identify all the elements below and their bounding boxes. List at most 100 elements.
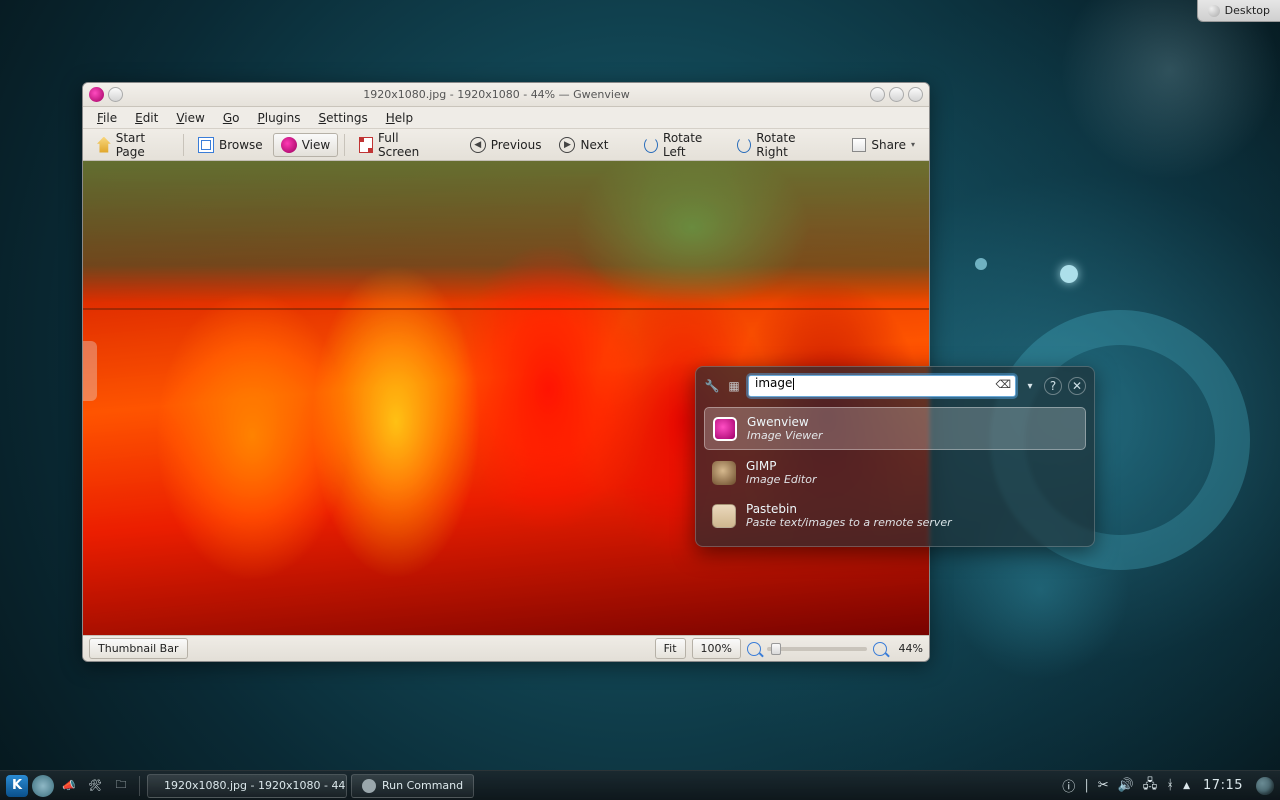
app-icon <box>89 87 104 102</box>
rotate-right-icon <box>737 137 751 153</box>
eye-icon <box>281 137 297 153</box>
separator <box>344 134 345 156</box>
rotate-right-label: Rotate Right <box>756 131 820 159</box>
gear-icon <box>362 779 376 793</box>
bokeh-dot <box>975 258 987 270</box>
sidebar-handle[interactable] <box>83 341 97 401</box>
menu-bar: File Edit View Go Plugins Settings Help <box>83 107 929 129</box>
gwenview-icon <box>713 417 737 441</box>
maximize-button[interactable] <box>889 87 904 102</box>
clock[interactable]: 17:15 <box>1199 778 1247 793</box>
info-icon[interactable]: ⓘ <box>1062 776 1075 795</box>
system-tray: ⓘ | ✂ 🔊 🖧 ᚼ ▲ 17:15 <box>1062 775 1274 797</box>
activity-icon[interactable]: ▦ <box>726 378 742 394</box>
task-gwenview[interactable]: 1920x1080.jpg - 1920x1080 - 44% — G... <box>147 774 347 798</box>
zoom-value: 44% <box>893 642 923 655</box>
previous-icon: ◀ <box>470 137 486 153</box>
krunner-input[interactable]: image ⌫ <box>748 375 1016 397</box>
clipboard-icon <box>712 504 736 528</box>
close-icon[interactable]: ✕ <box>1068 377 1086 395</box>
menu-view[interactable]: View <box>168 109 212 127</box>
task-krunner[interactable]: Run Command <box>351 774 474 798</box>
activity-manager-button[interactable] <box>32 775 54 797</box>
volume-icon[interactable]: 🔊 <box>1118 778 1134 793</box>
result-name: Gwenview <box>747 415 823 429</box>
help-icon[interactable]: ? <box>1044 377 1062 395</box>
panel-cashew-icon[interactable] <box>1256 777 1274 795</box>
result-desc: Image Editor <box>746 473 817 486</box>
fullscreen-button[interactable]: Full Screen <box>351 127 442 163</box>
chevron-down-icon[interactable]: ▾ <box>1022 381 1038 392</box>
dolphin-icon[interactable]: 🗀 <box>110 775 132 797</box>
menu-help[interactable]: Help <box>378 109 421 127</box>
wrench-icon[interactable]: 🔧 <box>704 378 720 394</box>
share-icon <box>852 138 866 152</box>
result-name: GIMP <box>746 459 817 473</box>
rotate-left-icon <box>644 137 658 153</box>
share-button[interactable]: Share ▾ <box>844 134 923 156</box>
minimize-button[interactable] <box>870 87 885 102</box>
tray-expand-icon[interactable]: ▲ <box>1183 781 1190 791</box>
menu-file[interactable]: File <box>89 109 125 127</box>
bokeh-dot <box>1060 265 1078 283</box>
desktop-toolbox-label: Desktop <box>1225 4 1270 17</box>
task-label: Run Command <box>382 779 463 792</box>
result-gimp[interactable]: GIMPImage Editor <box>704 452 1086 493</box>
clear-icon[interactable]: ⌫ <box>995 378 1011 391</box>
zoom-out-icon[interactable] <box>747 642 761 656</box>
rotate-right-button[interactable]: Rotate Right <box>729 127 828 163</box>
zoom-100-button[interactable]: 100% <box>692 638 741 659</box>
grid-icon <box>198 137 214 153</box>
quicklaunch-icon[interactable]: 📣 <box>58 775 80 797</box>
krunner-query-text: image <box>755 376 792 390</box>
separator <box>183 134 184 156</box>
result-gwenview[interactable]: GwenviewImage Viewer <box>704 407 1086 450</box>
desktop-toolbox-button[interactable]: Desktop <box>1197 0 1280 22</box>
next-label: Next <box>580 138 608 152</box>
krunner-popup: 🔧 ▦ image ⌫ ▾ ? ✕ GwenviewImage Viewer G… <box>695 366 1095 547</box>
rotate-left-button[interactable]: Rotate Left <box>636 127 727 163</box>
previous-label: Previous <box>491 138 542 152</box>
next-icon: ▶ <box>559 137 575 153</box>
close-button[interactable] <box>908 87 923 102</box>
window-title: 1920x1080.jpg - 1920x1080 - 44% — Gwenvi… <box>123 88 870 101</box>
network-icon[interactable]: 🖧 <box>1143 775 1158 797</box>
previous-button[interactable]: ◀ Previous <box>462 133 550 157</box>
home-icon <box>97 137 111 153</box>
menu-plugins[interactable]: Plugins <box>249 109 308 127</box>
menu-edit[interactable]: Edit <box>127 109 166 127</box>
bokeh-circle <box>1060 0 1280 180</box>
text-cursor <box>793 378 794 390</box>
result-desc: Paste text/images to a remote server <box>746 516 952 529</box>
fullscreen-label: Full Screen <box>378 131 434 159</box>
bluetooth-icon[interactable]: ᚼ <box>1166 778 1174 793</box>
view-button[interactable]: View <box>273 133 338 157</box>
zoom-slider[interactable] <box>767 647 867 651</box>
zoom-in-icon[interactable] <box>873 642 887 656</box>
view-label: View <box>302 138 330 152</box>
result-pastebin[interactable]: PastebinPaste text/images to a remote se… <box>704 495 1086 536</box>
slider-knob[interactable] <box>771 643 781 655</box>
chevron-down-icon: ▾ <box>911 140 915 149</box>
share-label: Share <box>871 138 906 152</box>
keep-above-button[interactable] <box>108 87 123 102</box>
menu-settings[interactable]: Settings <box>310 109 375 127</box>
result-desc: Image Viewer <box>747 429 823 442</box>
settings-icon[interactable]: 🛠 <box>84 775 106 797</box>
titlebar[interactable]: 1920x1080.jpg - 1920x1080 - 44% — Gwenvi… <box>83 83 929 107</box>
gimp-icon <box>712 461 736 485</box>
kmenu-button[interactable]: K <box>6 775 28 797</box>
fit-button[interactable]: Fit <box>655 638 686 659</box>
fullscreen-icon <box>359 137 373 153</box>
browse-button[interactable]: Browse <box>190 133 271 157</box>
thumbnail-bar-button[interactable]: Thumbnail Bar <box>89 638 188 659</box>
browse-label: Browse <box>219 138 263 152</box>
menu-go[interactable]: Go <box>215 109 248 127</box>
clipboard-icon[interactable]: ✂ <box>1098 778 1109 793</box>
result-name: Pastebin <box>746 502 952 516</box>
task-label: 1920x1080.jpg - 1920x1080 - 44% — G... <box>164 779 347 792</box>
start-page-label: Start Page <box>116 131 169 159</box>
start-page-button[interactable]: Start Page <box>89 127 177 163</box>
next-button[interactable]: ▶ Next <box>551 133 616 157</box>
krunner-results: GwenviewImage Viewer GIMPImage Editor Pa… <box>704 407 1086 536</box>
